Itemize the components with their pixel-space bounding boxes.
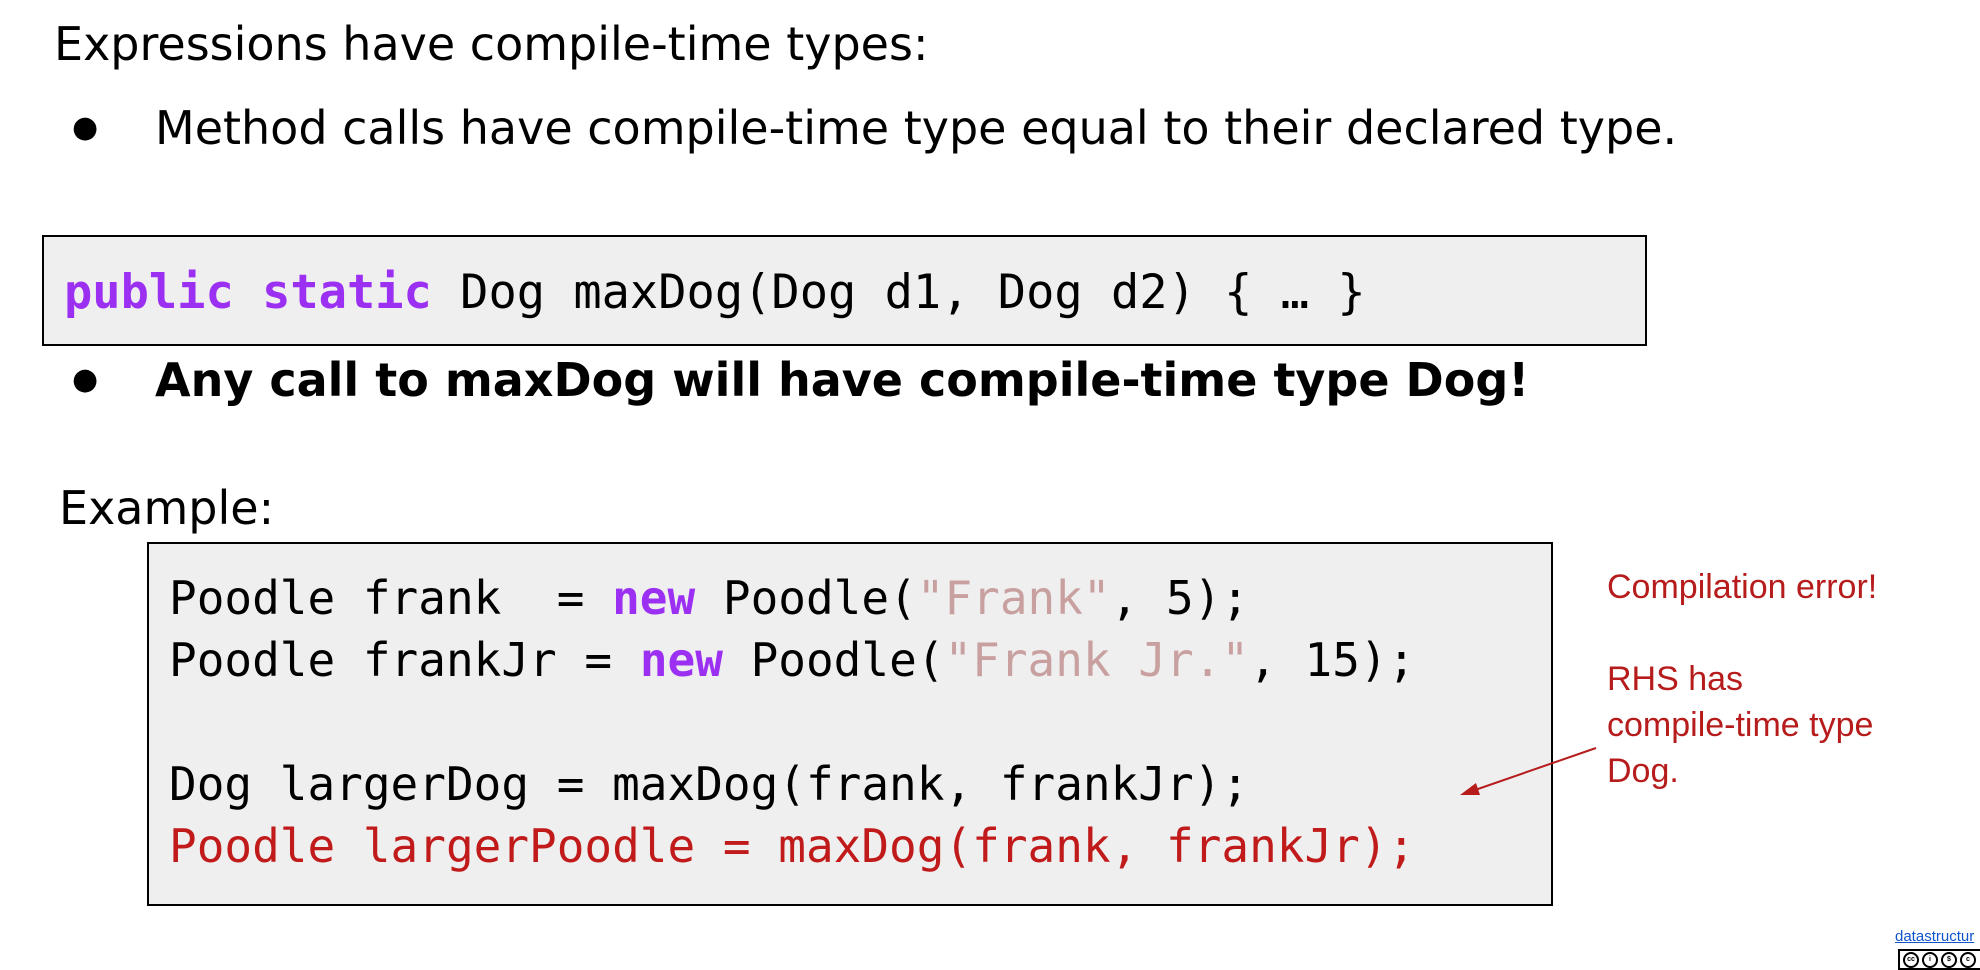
signature-code-block: public static Dog maxDog(Dog d1, Dog d2)… xyxy=(42,235,1647,346)
code-text: , 5); xyxy=(1110,571,1250,625)
code-text: Poodle frank = xyxy=(169,571,613,625)
code-line-frank: Poodle frank = new Poodle("Frank", 5); xyxy=(169,568,1249,628)
bullet-text: Method calls have compile-time type equa… xyxy=(155,101,1678,155)
code-signature-rest: Dog maxDog(Dog d1, Dog d2) { … } xyxy=(431,265,1366,320)
code-keyword-new: new xyxy=(612,571,696,625)
sa-icon: c xyxy=(1960,951,1976,968)
annotation-reason-line: Dog. xyxy=(1607,752,1679,790)
annotation-reason: RHS has compile-time type Dog. xyxy=(1607,656,1873,794)
bullet-dot-icon: ● xyxy=(72,362,99,397)
code-string: "Frank Jr." xyxy=(944,633,1250,687)
footer-link[interactable]: datastructur xyxy=(1895,928,1974,945)
annotation-reason-line: compile-time type xyxy=(1607,706,1874,744)
annotation-error-title: Compilation error! xyxy=(1607,568,1878,606)
code-text: , 15); xyxy=(1249,633,1416,687)
code-keyword-static: static xyxy=(262,265,432,320)
code-text: Poodle( xyxy=(695,571,917,625)
slide-heading: Expressions have compile-time types: xyxy=(54,17,929,71)
bullet-dot-icon: ● xyxy=(72,110,99,145)
code-line-largerdog: Dog largerDog = maxDog(frank, frankJr); xyxy=(169,757,1250,811)
annotation-reason-line: RHS has xyxy=(1607,660,1744,698)
code-keyword-new: new xyxy=(639,633,723,687)
bullet-text: Any call to maxDog will have compile-tim… xyxy=(155,353,1530,407)
code-text: Poodle frankJr = xyxy=(169,633,640,687)
license-badge[interactable]: cc i $ c xyxy=(1898,949,1980,970)
code-text: Poodle( xyxy=(722,633,945,687)
cc-icon: cc xyxy=(1903,951,1919,968)
by-icon: i xyxy=(1922,951,1938,968)
nc-icon: $ xyxy=(1941,951,1957,968)
code-keyword-public: public xyxy=(64,265,234,320)
example-code-block: Poodle frank = new Poodle("Frank", 5); P… xyxy=(147,542,1553,906)
example-label: Example: xyxy=(59,481,275,535)
code-string: "Frank" xyxy=(916,571,1111,625)
code-line-frankjr: Poodle frankJr = new Poodle("Frank Jr.",… xyxy=(169,630,1415,690)
code-line-error: Poodle largerPoodle = maxDog(frank, fran… xyxy=(169,819,1416,873)
